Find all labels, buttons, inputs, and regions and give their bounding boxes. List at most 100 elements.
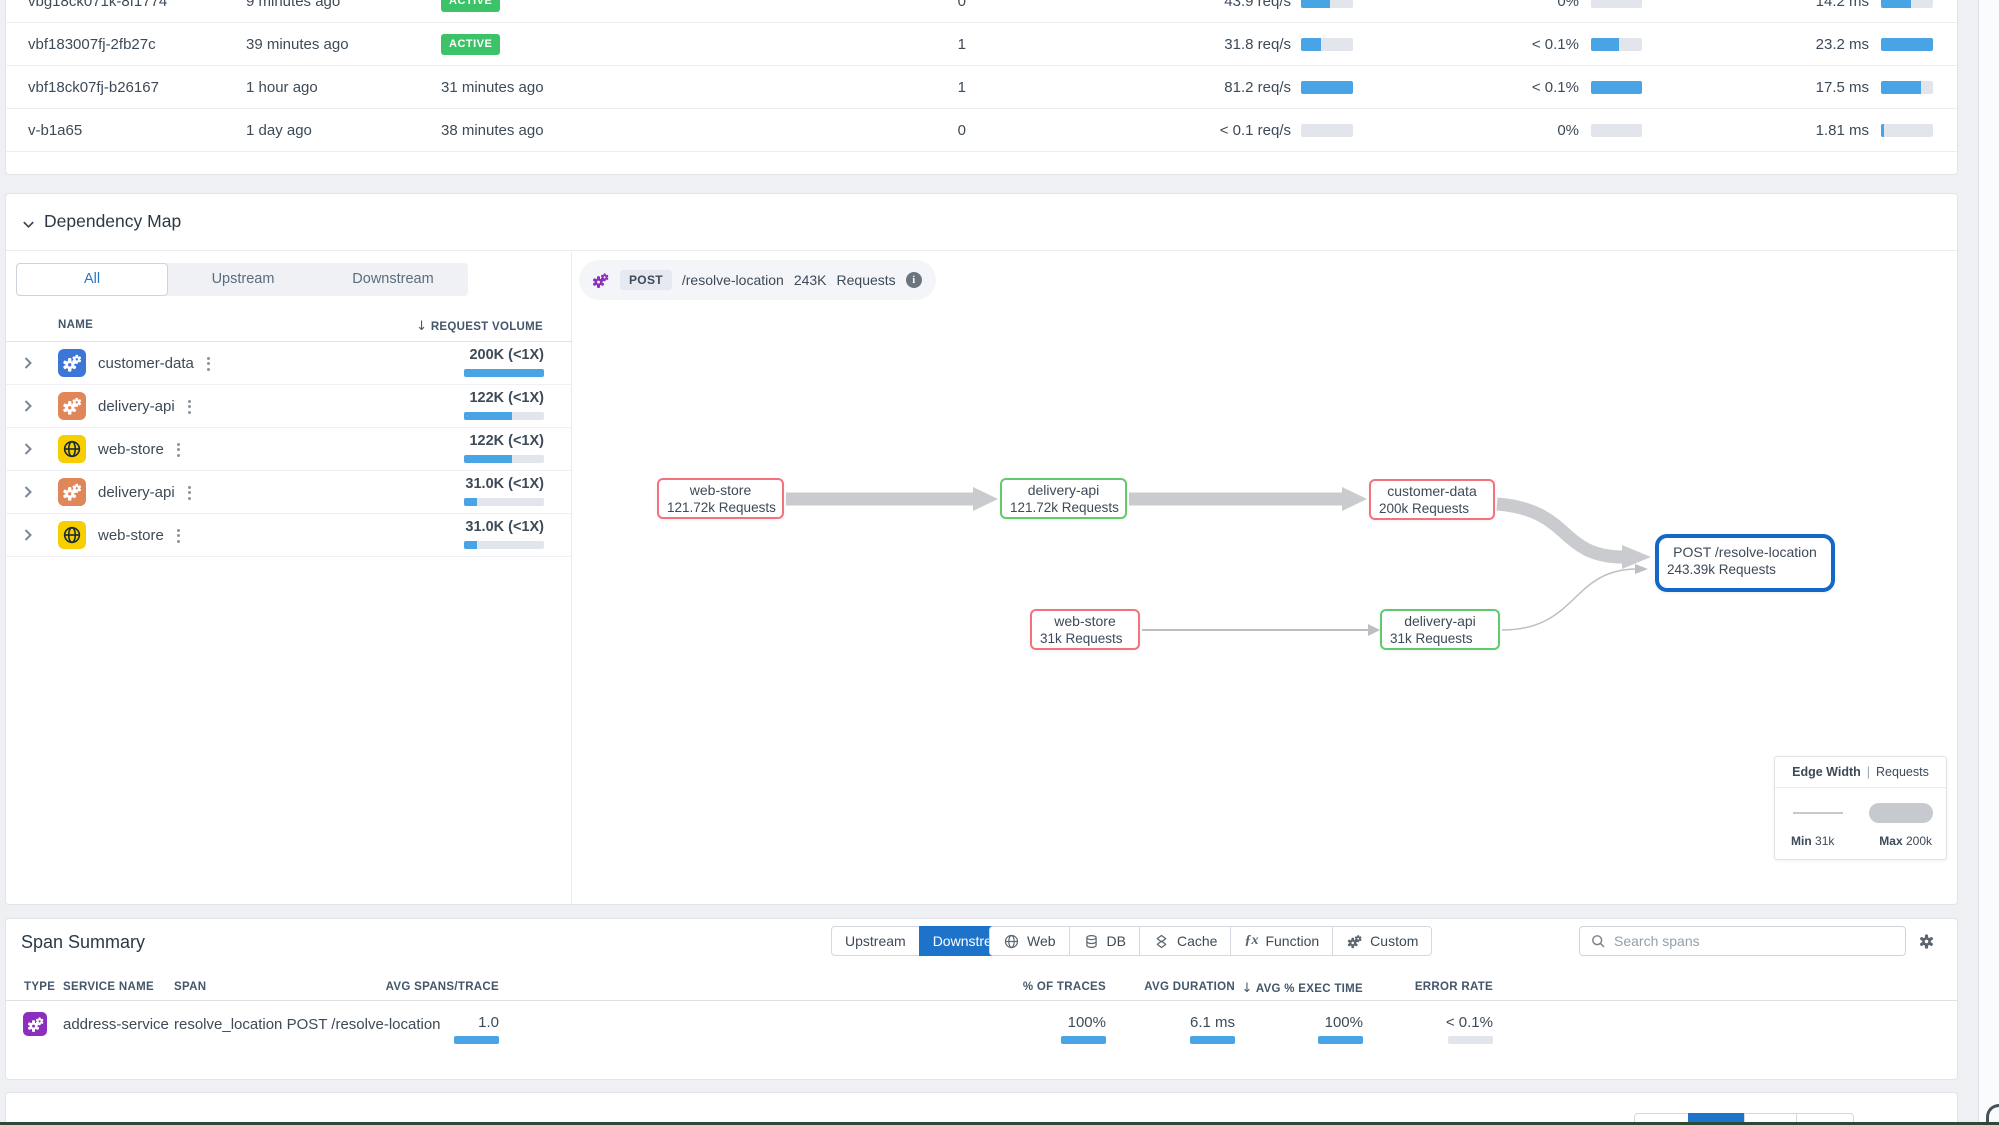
filter-db-button[interactable]: DB (1069, 926, 1140, 956)
latency-bar (1881, 0, 1933, 8)
exec-time-bar (1318, 1036, 1363, 1044)
request-volume-value: 122K (<1X) (469, 390, 544, 406)
error-rate: < 0.1% (1431, 23, 1579, 66)
request-rate: 43.9 req/s (1141, 0, 1291, 23)
legend-title: Edge Width (1792, 765, 1861, 779)
service-name[interactable]: web-store (98, 527, 164, 544)
filter-function-button[interactable]: ƒx Function (1230, 926, 1333, 956)
request-volume-bar (464, 412, 544, 420)
error-rate: 0% (1431, 0, 1579, 23)
chevron-right-icon[interactable] (20, 355, 36, 371)
upstream-button[interactable]: Upstream (831, 926, 920, 956)
col-service-name[interactable]: SERVICE NAME (63, 981, 154, 993)
pct-traces-bar (1061, 1036, 1106, 1044)
tab-all[interactable]: All (16, 263, 168, 296)
chevron-right-icon[interactable] (20, 484, 36, 500)
deployment-version: vbf183007fj-2fb27c (28, 23, 156, 66)
col-span[interactable]: SPAN (174, 981, 206, 993)
chevron-right-icon[interactable] (20, 527, 36, 543)
request-rate-bar (1301, 38, 1353, 51)
status-badge: ACTIVE (441, 0, 500, 12)
status-badge: ACTIVE (441, 34, 500, 55)
tab-upstream[interactable]: Upstream (168, 263, 318, 296)
map-node-web-store[interactable]: web-store 121.72k Requests (657, 478, 784, 519)
dependency-list-panel: All Upstream Downstream NAME ↓ REQUEST V… (6, 252, 572, 905)
service-gears-icon (58, 478, 86, 506)
error-rate-bar (1448, 1036, 1493, 1044)
deployment-ended-time: 31 minutes ago (441, 66, 544, 109)
service-list-item[interactable]: delivery-api 122K (<1X) (6, 385, 572, 428)
span-service-name[interactable]: address-service (63, 1016, 169, 1033)
dependency-map-header: Dependency Map (6, 194, 1957, 251)
map-node-delivery-api[interactable]: delivery-api 121.72k Requests (1000, 478, 1127, 519)
col-avg-spans-trace[interactable]: AVG SPANS/TRACE (299, 981, 499, 993)
service-list-item[interactable]: web-store 31.0K (<1X) (6, 514, 572, 557)
kebab-menu-icon[interactable] (174, 439, 183, 461)
deployments-table-card: vbg18ck071k-8f1774 9 minutes ago ACTIVE … (5, 0, 1958, 175)
error-count: 0 (866, 0, 966, 23)
avg-duration-bar (1190, 1036, 1235, 1044)
direction-tabs: All Upstream Downstream (16, 263, 468, 296)
kebab-menu-icon[interactable] (185, 482, 194, 504)
col-type[interactable]: TYPE (24, 981, 55, 993)
request-volume-value: 31.0K (<1X) (465, 519, 544, 535)
service-list-item[interactable]: delivery-api 31.0K (<1X) (6, 471, 572, 514)
span-summary-title: Span Summary (21, 932, 145, 953)
column-header-name[interactable]: NAME (58, 319, 93, 331)
tab-downstream[interactable]: Downstream (318, 263, 468, 296)
request-rate: < 0.1 req/s (1141, 109, 1291, 152)
service-name[interactable]: delivery-api (98, 484, 175, 501)
error-count: 1 (866, 23, 966, 66)
deployment-time: 9 minutes ago (246, 0, 340, 23)
dependency-map-card: Dependency Map All Upstream Downstream N… (5, 193, 1958, 905)
next-section-card (5, 1092, 1958, 1124)
min-edge-sample (1793, 812, 1843, 814)
filter-custom-button[interactable]: Custom (1332, 926, 1432, 956)
request-volume-bar (464, 455, 544, 463)
error-rate: 0% (1431, 109, 1579, 152)
deployment-row[interactable]: v-b1a65 1 day ago 38 minutes ago 0 < 0.1… (6, 109, 1957, 152)
dependency-map-canvas: POST /resolve-location 243K Requests i (573, 252, 1958, 905)
chevron-right-icon[interactable] (20, 441, 36, 457)
filter-cache-button[interactable]: Cache (1139, 926, 1231, 956)
deployment-row[interactable]: vbg18ck071k-8f1774 9 minutes ago ACTIVE … (6, 0, 1957, 23)
request-volume-value: 31.0K (<1X) (465, 476, 544, 492)
chevron-down-icon[interactable] (21, 217, 36, 232)
col-error-rate[interactable]: ERROR RATE (1293, 981, 1493, 993)
legend-unit: Requests (1876, 765, 1929, 779)
filter-web-button[interactable]: Web (989, 926, 1070, 956)
divider (6, 1000, 1957, 1001)
custom-gears-icon (1346, 933, 1363, 950)
deployment-row[interactable]: vbf183007fj-2fb27c 39 minutes ago ACTIVE… (6, 23, 1957, 66)
sort-descending-icon: ↓ (416, 319, 427, 334)
legend-min-value: 31k (1815, 834, 1834, 848)
map-node-delivery-api-31k[interactable]: delivery-api 31k Requests (1380, 609, 1500, 650)
service-list-item[interactable]: web-store 122K (<1X) (6, 428, 572, 471)
request-rate-bar (1301, 124, 1353, 137)
web-globe-icon (58, 435, 86, 463)
search-spans-input[interactable] (1614, 933, 1895, 949)
latency: 1.81 ms (1721, 109, 1869, 152)
deployment-time: 1 hour ago (246, 66, 318, 109)
map-node-customer-data[interactable]: customer-data 200k Requests (1369, 479, 1495, 520)
kebab-menu-icon[interactable] (185, 396, 194, 418)
map-node-post-resolve-location[interactable]: POST /resolve-location 243.39k Requests (1655, 534, 1835, 592)
service-name[interactable]: delivery-api (98, 398, 175, 415)
deployment-row[interactable]: vbf18ck07fj-b26167 1 hour ago 31 minutes… (6, 66, 1957, 109)
latency-bar (1881, 38, 1933, 51)
service-name[interactable]: customer-data (98, 355, 194, 372)
settings-gear-icon[interactable] (1917, 932, 1936, 951)
chevron-right-icon[interactable] (20, 398, 36, 414)
avg-spans-trace-bar (454, 1036, 499, 1044)
deployment-version: vbf18ck07fj-b26167 (28, 66, 159, 109)
span-search (1579, 926, 1906, 956)
kebab-menu-icon[interactable] (204, 353, 213, 375)
request-rate: 31.8 req/s (1141, 23, 1291, 66)
map-node-web-store-31k[interactable]: web-store 31k Requests (1030, 609, 1140, 650)
request-rate-bar (1301, 0, 1353, 8)
service-name[interactable]: web-store (98, 441, 164, 458)
request-rate-bar (1301, 81, 1353, 94)
column-header-request-volume[interactable]: ↓ REQUEST VOLUME (416, 319, 543, 334)
service-list-item[interactable]: customer-data 200K (<1X) (6, 342, 572, 385)
kebab-menu-icon[interactable] (174, 525, 183, 547)
